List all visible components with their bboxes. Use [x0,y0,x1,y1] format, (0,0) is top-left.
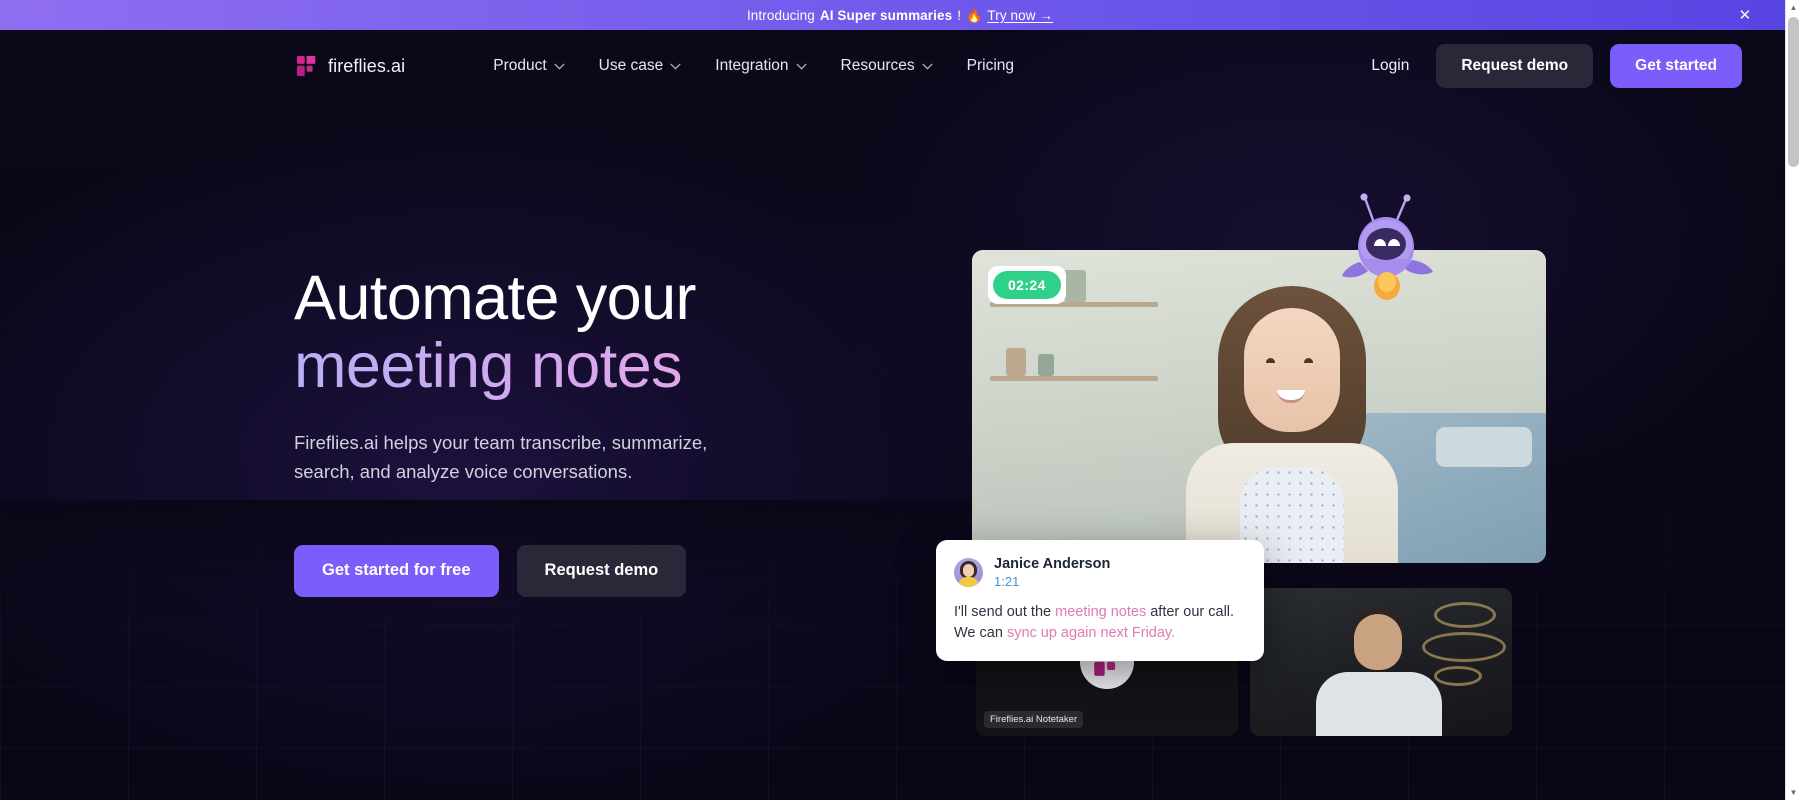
nav-item-product[interactable]: Product [493,57,565,75]
participant-video-tile[interactable] [1250,588,1512,736]
notetaker-name-label: Fireflies.ai Notetaker [984,711,1084,728]
chevron-down-icon [796,63,807,70]
participant2-shirt [1316,672,1442,736]
participant-eye [1304,358,1313,363]
hero-section: Automate your meeting notes Fireflies.ai… [0,102,1800,736]
chat-message-highlight-2[interactable]: sync up again next Friday. [1007,625,1175,641]
nav-item-resources[interactable]: Resources [841,57,933,75]
shelf-object [1064,270,1086,302]
participant2-face [1354,614,1402,670]
hero-request-demo-button[interactable]: Request demo [516,544,687,597]
page-title: Automate your meeting notes [294,264,854,400]
chat-timestamp: 1:21 [994,574,1020,589]
participant-face [1244,308,1340,432]
nav-item-pricing-label: Pricing [966,57,1015,74]
transcript-chat-card: Janice Anderson 1:21 I'll send out the m… [936,540,1264,662]
headline-line-1: Automate your [294,263,697,333]
try-now-link[interactable]: Try now → [987,8,1053,23]
shelf-decoration [990,376,1158,381]
get-started-for-free-button[interactable]: Get started for free [294,544,499,597]
scrollbar-thumb[interactable] [1788,17,1799,167]
chevron-down-icon [922,63,933,70]
announcement-banner-content: Introducing AI Super summaries! 🔥 Try no… [747,8,1053,23]
nav-item-use-case[interactable]: Use case [599,57,682,75]
chat-meta: Janice Anderson 1:21 [994,556,1110,589]
nav-item-product-label: Product [493,57,547,74]
main-navigation: fireflies.ai Product Use case Integratio… [0,30,1800,102]
hero-subheading: Fireflies.ai helps your team transcribe,… [294,432,708,483]
robot-mascot-icon [1342,193,1433,300]
brand-logo-link[interactable]: fireflies.ai [296,55,405,77]
participant-eye [1266,358,1275,363]
nav-actions: Login Request demo Get started [1361,44,1742,88]
get-started-button[interactable]: Get started [1610,44,1742,88]
nav-item-resources-label: Resources [840,57,915,74]
avatar-body [958,577,979,587]
banner-feature-name: AI Super summaries [819,7,953,23]
chevron-down-icon [554,63,565,70]
request-demo-button[interactable]: Request demo [1436,44,1594,88]
scroll-down-icon[interactable]: ▼ [1786,785,1800,800]
avatar-face [963,564,974,577]
login-link[interactable]: Login [1361,57,1419,75]
lamp-decoration [1434,602,1496,628]
hero-visual: 02:24 Fireflies.ai Notetaker Janice Ande… [884,102,1800,736]
meeting-timer-value: 02:24 [993,271,1061,299]
headline-line-2: meeting notes [294,332,854,400]
shelf-object [1006,348,1026,376]
banner-intro-text: Introducing [746,7,815,23]
chat-message: I'll send out the meeting notes after ou… [954,602,1246,643]
close-icon[interactable]: ✕ [1736,6,1754,24]
pillow-decoration [1436,427,1532,467]
page-scrollbar[interactable]: ▲ ▼ [1785,0,1800,800]
banner-exclaim: ! [957,7,962,23]
lamp-decoration [1434,666,1482,686]
lamp-decoration [1422,632,1506,662]
nav-item-integration-label: Integration [715,57,789,74]
brand-name: fireflies.ai [328,55,406,76]
chevron-down-icon [670,63,681,70]
chat-message-highlight-1[interactable]: meeting notes [1055,604,1146,620]
avatar [954,558,983,587]
chat-message-part1: I'll send out the [954,604,1056,620]
scroll-up-icon[interactable]: ▲ [1786,0,1800,15]
nav-item-integration[interactable]: Integration [715,57,807,75]
nav-links: Product Use case Integration Resources P… [493,57,1014,75]
shelf-object [1038,354,1054,376]
meeting-timer: 02:24 [988,266,1066,304]
fireflies-logo-icon [296,55,316,77]
announcement-banner: Introducing AI Super summaries! 🔥 Try no… [0,0,1800,30]
fire-icon: 🔥 [966,7,983,23]
hero-cta-group: Get started for free Request demo [294,544,854,597]
page-root: Introducing AI Super summaries! 🔥 Try no… [0,0,1800,800]
chat-header: Janice Anderson 1:21 [954,556,1246,589]
nav-item-use-case-label: Use case [598,57,664,74]
nav-item-pricing[interactable]: Pricing [967,57,1014,75]
main-video-tile[interactable]: 02:24 [972,250,1546,563]
chat-speaker-name: Janice Anderson [994,556,1111,572]
hero-copy: Automate your meeting notes Fireflies.ai… [294,102,854,642]
